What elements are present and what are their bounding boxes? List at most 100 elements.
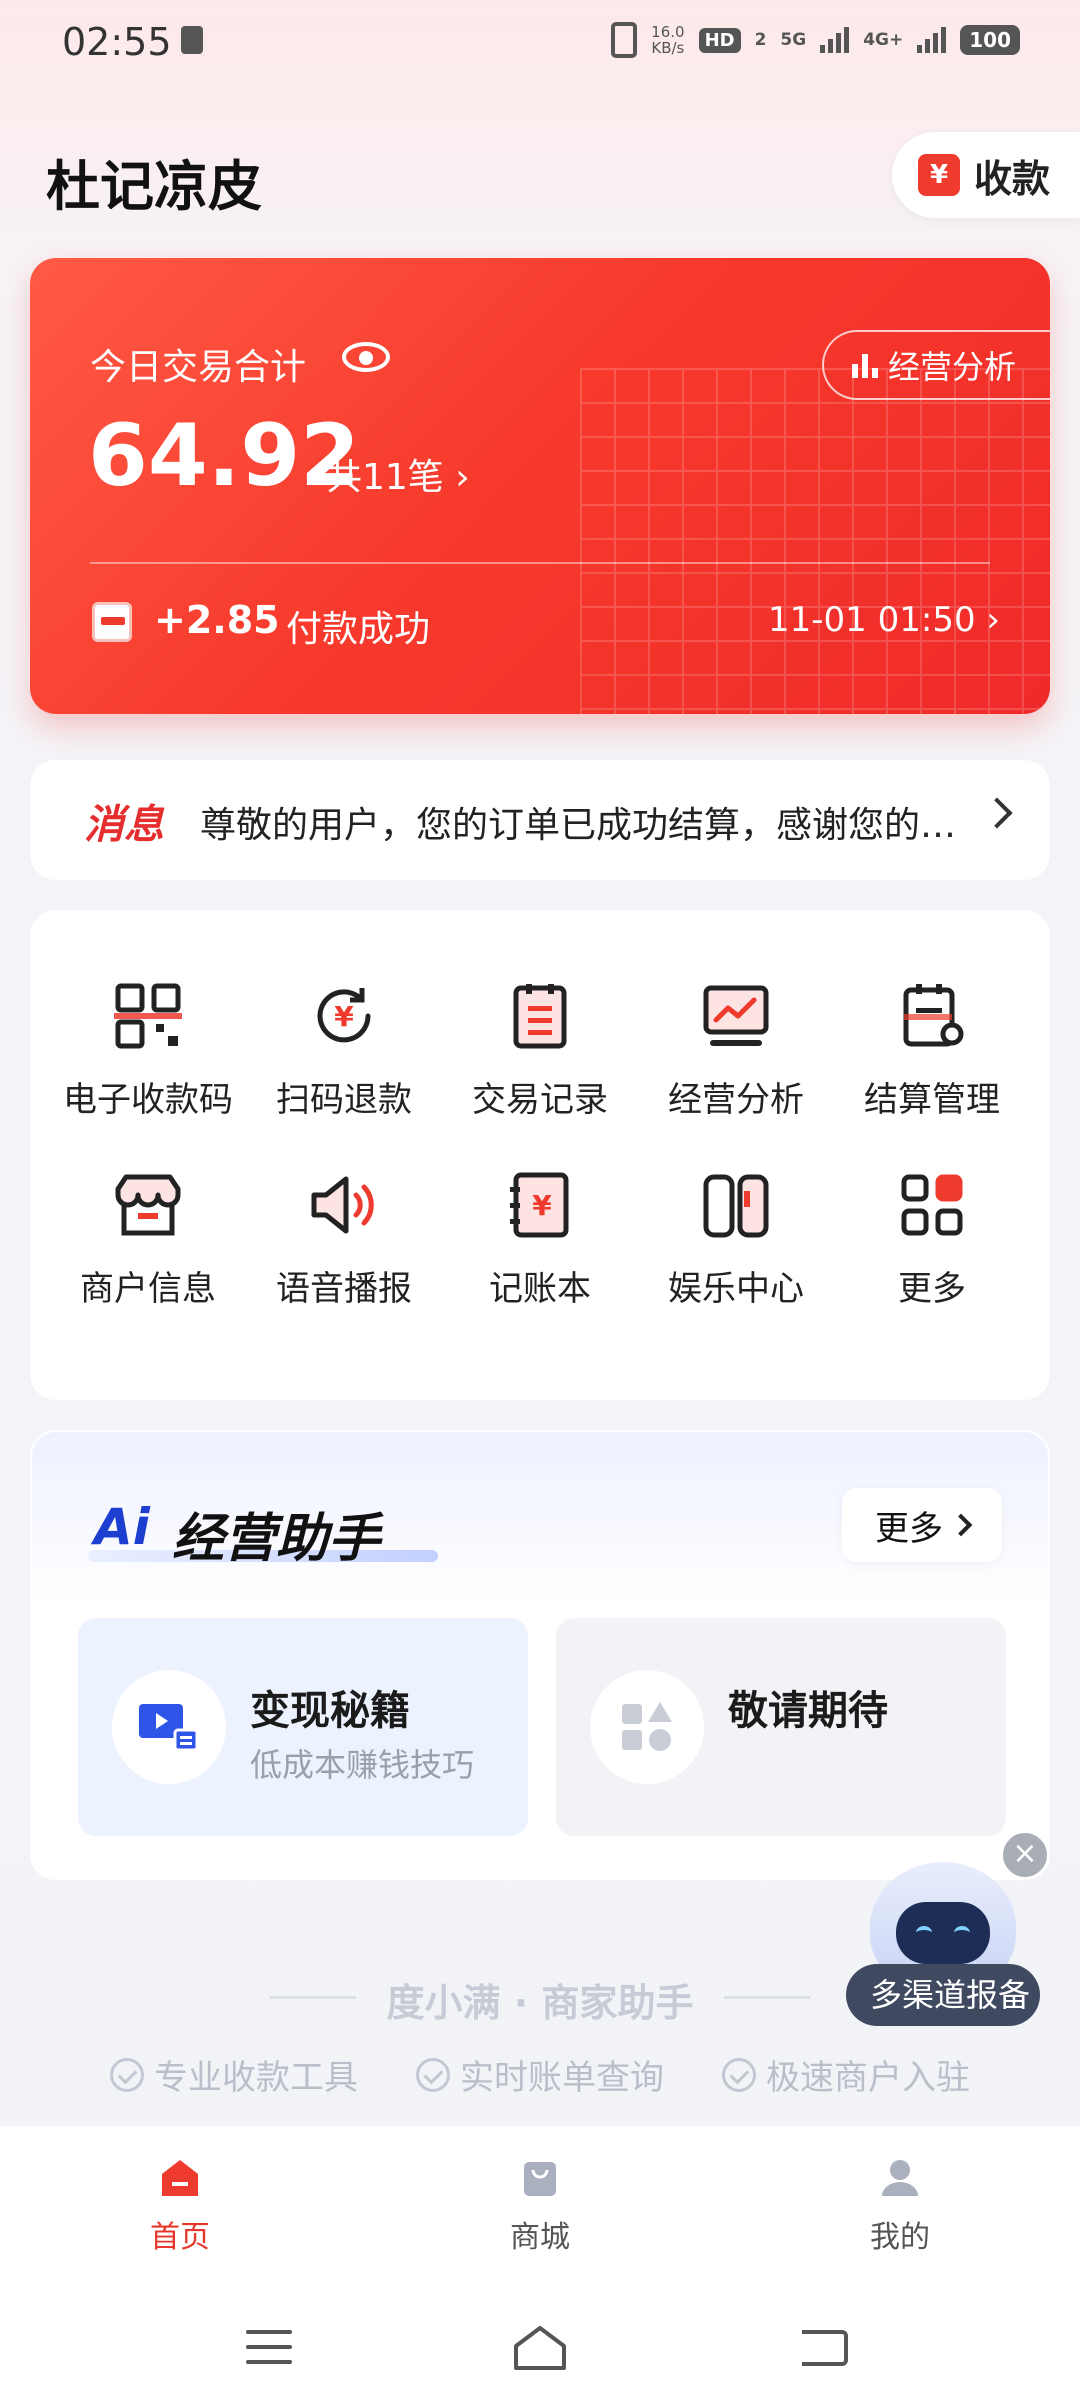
function-ledger[interactable]: ¥ 记账本 — [442, 1169, 638, 1310]
tile-icon-circle — [590, 1670, 704, 1784]
function-label: 交易记录 — [472, 1080, 608, 1120]
tile-title: 敬请期待 — [728, 1688, 888, 1734]
collect-payment-button[interactable]: ¥ 收款 — [892, 132, 1080, 218]
feature-item: 专业收款工具 — [110, 2050, 358, 2099]
check-circle-icon — [110, 2057, 144, 2092]
clipboard-icon — [181, 26, 203, 54]
settlement-icon — [903, 984, 964, 1047]
function-entertainment[interactable]: 娱乐中心 — [638, 1169, 834, 1310]
divider — [724, 1996, 810, 1999]
more-label: 更多 — [875, 1508, 943, 1549]
bot-face-icon — [896, 1902, 990, 1964]
tab-label: 我的 — [870, 2220, 930, 2255]
card-grid-decoration — [580, 368, 1050, 714]
function-scan-refund[interactable]: ¥ 扫码退款 — [246, 980, 442, 1121]
analysis-label: 经营分析 — [888, 348, 1017, 386]
video-icon — [139, 1704, 199, 1752]
svg-text:¥: ¥ — [532, 1189, 552, 1222]
collect-label: 收款 — [974, 156, 1051, 201]
function-label: 经营分析 — [668, 1080, 804, 1120]
system-nav-bar — [0, 2286, 1080, 2408]
home-nav-icon[interactable] — [510, 2324, 570, 2372]
function-business-analysis[interactable]: 经营分析 — [638, 980, 834, 1121]
tab-mall[interactable]: 商城 — [440, 2156, 640, 2256]
tile-monetization-tips[interactable]: 变现秘籍 低成本赚钱技巧 — [78, 1618, 528, 1836]
sim2-label: 2 — [754, 30, 767, 50]
ai-logo: Ai — [94, 1498, 150, 1556]
close-icon[interactable]: × — [1000, 1830, 1050, 1880]
hd-badge: HD — [698, 27, 741, 53]
vibrate-icon — [611, 22, 638, 58]
latest-time-link[interactable]: 11-01 01:50 › — [768, 600, 1000, 640]
ai-assistant-title: 经营助手 — [172, 1509, 381, 1569]
function-settlement[interactable]: 结算管理 — [834, 980, 1030, 1121]
gamepad-icon — [703, 1174, 769, 1238]
transaction-count-link[interactable]: 共11笔 › — [326, 448, 470, 500]
qr-code-icon — [114, 983, 182, 1049]
function-more[interactable]: 更多 — [834, 1169, 1030, 1310]
record-icon — [513, 984, 567, 1049]
net-speed-value: 16.0 — [651, 23, 685, 41]
today-amount: 64.92 — [88, 406, 361, 506]
chevron-right-icon — [981, 797, 1013, 829]
tile-icon-circle — [112, 1670, 226, 1784]
network-4g-label: 4G+ — [863, 30, 904, 50]
function-voice-broadcast[interactable]: 语音播报 — [246, 1169, 442, 1310]
eye-icon[interactable] — [342, 342, 390, 372]
ledger-icon: ¥ — [510, 1172, 569, 1238]
today-summary-card[interactable]: 今日交易合计 经营分析 64.92 共11笔 › +2.85 付款成功 11-0… — [30, 258, 1050, 714]
latest-status: 付款成功 — [286, 609, 431, 650]
tab-profile[interactable]: 我的 — [800, 2156, 1000, 2256]
tab-label: 商城 — [510, 2220, 570, 2255]
latest-amount: +2.85 — [154, 598, 280, 642]
function-label: 扫码退款 — [276, 1080, 412, 1120]
function-merchant-info[interactable]: 商户信息 — [50, 1169, 246, 1310]
profile-icon — [882, 2160, 918, 2196]
home-icon — [162, 2160, 198, 2196]
ai-assistant-card: Ai 经营助手 更多 变现秘籍 低成本赚钱技巧 敬请期待 — [30, 1430, 1050, 1880]
battery-indicator: 100 — [960, 25, 1020, 55]
brand-name: 度小满 · 商家助手 — [386, 1981, 694, 2025]
apps-icon — [901, 1174, 963, 1236]
message-text: 尊敬的用户，您的订单已成功结算，感谢您的使用 — [200, 805, 960, 846]
store-icon — [115, 1174, 181, 1236]
tile-coming-soon: 敬请期待 — [556, 1618, 1006, 1836]
ai-more-button[interactable]: 更多 — [842, 1488, 1002, 1562]
chevron-right-icon — [949, 1513, 973, 1537]
shop-title: 杜记凉皮 — [46, 155, 262, 218]
feature-label: 实时账单查询 — [460, 2058, 664, 2098]
function-label: 娱乐中心 — [668, 1269, 804, 1309]
function-label: 商户信息 — [80, 1269, 216, 1309]
tab-label: 首页 — [150, 2220, 210, 2255]
payment-channel-icon — [92, 602, 132, 642]
message-bar[interactable]: 消息 尊敬的用户，您的订单已成功结算，感谢您的使用 — [30, 760, 1050, 880]
function-grid: 电子收款码 ¥ 扫码退款 交易记录 经营分析 结算管理 商户信息 语音播报 ¥ … — [30, 980, 1050, 1310]
business-analysis-button[interactable]: 经营分析 — [822, 330, 1050, 400]
net-speed: 16.0 KB/s — [651, 24, 684, 56]
tile-title: 变现秘籍 — [250, 1688, 410, 1734]
feature-item: 极速商户入驻 — [722, 2050, 970, 2099]
status-bar: 02:55 16.0 KB/s HD 2 5G 4G+ 100 — [0, 0, 1080, 90]
function-transaction-record[interactable]: 交易记录 — [442, 980, 638, 1121]
yen-icon: ¥ — [918, 154, 960, 196]
shop-bag-icon — [524, 2162, 556, 2196]
speaker-icon — [311, 1176, 374, 1234]
shapes-icon — [622, 1702, 672, 1751]
back-icon[interactable] — [802, 2330, 848, 2366]
status-time: 02:55 — [62, 20, 172, 64]
function-qr-code[interactable]: 电子收款码 — [50, 980, 246, 1121]
refund-icon: ¥ — [317, 988, 371, 1043]
function-label: 结算管理 — [864, 1080, 1000, 1120]
menu-icon[interactable] — [246, 2330, 292, 2364]
analysis-monitor-icon — [703, 985, 769, 1046]
tab-home[interactable]: 首页 — [80, 2156, 280, 2256]
feature-label: 极速商户入驻 — [766, 2058, 970, 2098]
feature-list: 专业收款工具 实时账单查询 极速商户入驻 — [0, 2050, 1080, 2099]
svg-text:¥: ¥ — [334, 1000, 354, 1033]
check-circle-icon — [416, 2057, 450, 2092]
check-circle-icon — [722, 2057, 756, 2092]
today-total-label: 今日交易合计 — [90, 347, 307, 388]
function-label: 语音播报 — [276, 1269, 412, 1309]
bar-chart-icon — [852, 352, 878, 378]
feature-item: 实时账单查询 — [416, 2050, 664, 2099]
